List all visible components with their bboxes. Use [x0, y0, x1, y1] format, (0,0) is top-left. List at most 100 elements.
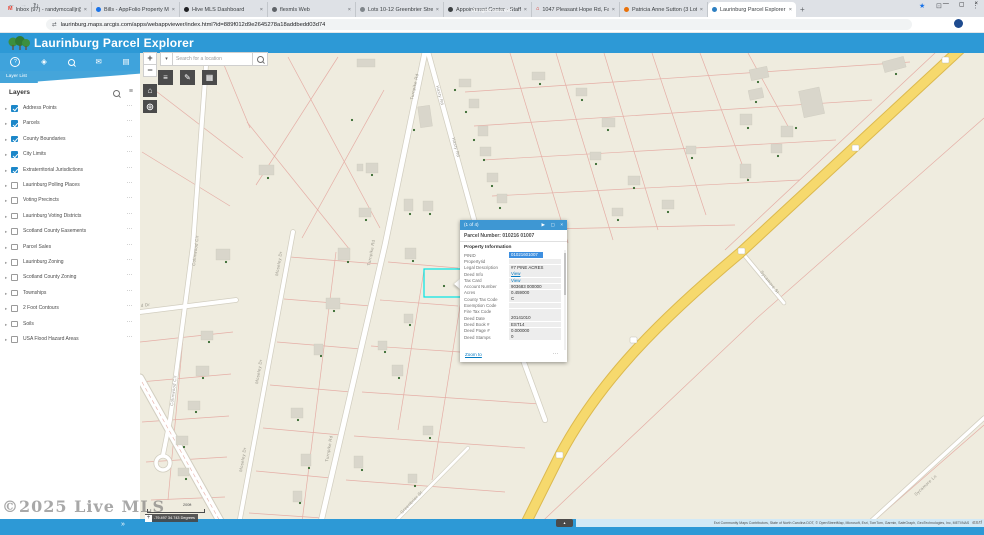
expand-icon[interactable]: ▸ [5, 245, 7, 251]
layer-menu-icon[interactable]: ··· [127, 180, 134, 186]
search-source-dropdown[interactable]: ▾ [160, 52, 173, 66]
basemap-gallery-button[interactable]: ▦ [202, 70, 217, 85]
popup-more-icon[interactable]: ··· [553, 351, 560, 357]
popup-close-icon[interactable]: × [560, 220, 563, 230]
popup-header: (1 of 4) ▶ ▢ × [460, 220, 567, 230]
layer-menu-icon[interactable]: ··· [127, 288, 134, 294]
layer-menu-icon[interactable]: ··· [127, 334, 134, 340]
layer-checkbox[interactable] [11, 182, 18, 189]
screen: M Inbox (97) - randymccalljr@g × Bills -… [0, 0, 984, 535]
layers-search-icon[interactable] [113, 90, 120, 97]
layer-checkbox[interactable] [11, 105, 18, 112]
layer-menu-icon[interactable]: ··· [127, 195, 134, 201]
home-button[interactable]: ⌂ [143, 84, 157, 97]
layer-checkbox[interactable] [11, 259, 18, 266]
minimize-icon[interactable]: — [943, 1, 949, 8]
layer-row-parcels: ▸Parcels··· [0, 116, 140, 131]
expand-icon[interactable]: ▸ [5, 183, 7, 189]
popup-row-fire-tax-code: Fire Tax Code [460, 309, 567, 315]
layer-checkbox[interactable] [11, 305, 18, 312]
address-bar[interactable]: ⇄ laurinburg.maps.arcgis.com/apps/webapp… [46, 19, 912, 30]
layer-row-county-zoning: ▸Scotland County Zoning··· [0, 270, 140, 285]
popup-scrollbar-thumb[interactable] [564, 253, 567, 295]
location-search-widget: ▾ [160, 52, 268, 66]
popup-row-deed-page: Deed Page #0.000000 [460, 328, 567, 334]
layer-checkbox[interactable] [11, 228, 18, 235]
layer-checkbox[interactable] [11, 244, 18, 251]
layer-row-polling-places: ▸Laurinburg Polling Places··· [0, 178, 140, 193]
layer-checkbox[interactable] [11, 197, 18, 204]
layer-menu-icon[interactable]: ··· [127, 211, 134, 217]
popup-title: Parcel Number: 010216 01007 [460, 230, 567, 242]
layer-checkbox[interactable] [11, 213, 18, 220]
expand-icon[interactable]: ▸ [5, 306, 7, 312]
expand-icon[interactable]: ▸ [5, 322, 7, 328]
expand-icon[interactable]: ▸ [5, 337, 7, 343]
layer-menu-icon[interactable]: ··· [127, 118, 134, 124]
layer-checkbox[interactable] [11, 274, 18, 281]
legend-button[interactable]: ≡ [158, 70, 173, 85]
draw-button[interactable]: ✎ [180, 70, 195, 85]
expand-icon[interactable]: ▸ [5, 229, 7, 235]
search-icon[interactable] [68, 59, 75, 66]
profile-avatar[interactable] [954, 19, 963, 28]
site-info-icon[interactable]: ⇄ [52, 22, 57, 28]
expand-icon[interactable]: ▸ [5, 168, 7, 174]
locate-button[interactable]: ◎ [143, 100, 157, 113]
layer-row-voting-districts: ▸Laurinburg Voting Districts··· [0, 209, 140, 224]
layers-filter-icon[interactable]: ≡ [129, 88, 133, 95]
layer-menu-icon[interactable]: ··· [127, 103, 134, 109]
popup-maximize-icon[interactable]: ▢ [551, 220, 555, 230]
layer-menu-icon[interactable]: ··· [127, 303, 134, 309]
layer-menu-icon[interactable]: ··· [127, 272, 134, 278]
layer-checkbox[interactable] [11, 151, 18, 158]
expand-icon[interactable]: ▸ [5, 291, 7, 297]
layer-list-tab[interactable]: Layer List [2, 72, 31, 81]
layer-menu-icon[interactable]: ··· [127, 149, 134, 155]
popup-row-acres: Acres0.459000 [460, 290, 567, 296]
parcel-popup: (1 of 4) ▶ ▢ × Parcel Number: 010216 010… [460, 220, 567, 362]
layer-label: Voting Precincts [23, 197, 59, 203]
popup-next-icon[interactable]: ▶ [541, 220, 545, 230]
layer-checkbox[interactable] [11, 290, 18, 297]
layer-row-townships: ▸Townships··· [0, 286, 140, 301]
expand-icon[interactable]: ▸ [5, 275, 7, 281]
layer-menu-icon[interactable]: ··· [127, 165, 134, 171]
layer-checkbox[interactable] [11, 167, 18, 174]
location-search-input[interactable] [173, 52, 253, 66]
view-link[interactable]: View [509, 271, 561, 277]
expand-icon[interactable]: ▸ [5, 106, 7, 112]
expand-icon[interactable]: ▸ [5, 260, 7, 266]
layer-checkbox[interactable] [11, 321, 18, 328]
zoom-to-link[interactable]: Zoom to [465, 352, 482, 357]
expand-icon[interactable]: ▸ [5, 198, 7, 204]
panel-collapse-icon[interactable]: » [121, 521, 125, 528]
layer-menu-icon[interactable]: ··· [127, 226, 134, 232]
url-text: laurinburg.maps.arcgis.com/apps/webappvi… [61, 22, 326, 28]
layer-menu-icon[interactable]: ··· [127, 242, 134, 248]
layer-checkbox[interactable] [11, 136, 18, 143]
livemls-watermark: ©2025 Live MLS [2, 497, 165, 516]
expand-icon[interactable]: ▸ [5, 121, 7, 127]
attribution-expand-button[interactable]: ▴ [556, 519, 573, 527]
expand-icon[interactable]: ▸ [5, 214, 7, 220]
layer-menu-icon[interactable]: ··· [127, 319, 134, 325]
popup-row-deed-info: Deed InfoView [460, 271, 567, 277]
expand-icon[interactable]: ▸ [5, 137, 7, 143]
layer-label: 2 Foot Contours [23, 305, 59, 311]
info-icon[interactable]: ? [10, 57, 20, 67]
view-link[interactable]: View [509, 278, 561, 284]
location-search-button[interactable] [253, 52, 268, 66]
layer-checkbox[interactable] [11, 120, 18, 127]
expand-icon[interactable]: ▸ [5, 152, 7, 158]
layer-checkbox[interactable] [11, 336, 18, 343]
document-icon[interactable]: ▤ [123, 58, 130, 66]
zoom-out-button[interactable]: − [143, 64, 157, 77]
layer-row-address-points: ▸Address Points··· [0, 101, 140, 116]
layer-menu-icon[interactable]: ··· [127, 134, 134, 140]
attribution-text: Esri Community Maps Contributors, State … [714, 521, 970, 525]
maximize-icon[interactable]: ▢ [959, 1, 965, 8]
layer-menu-icon[interactable]: ··· [127, 257, 134, 263]
layers-icon[interactable]: ◈ [41, 58, 47, 66]
envelope-icon[interactable]: ✉ [95, 58, 101, 66]
